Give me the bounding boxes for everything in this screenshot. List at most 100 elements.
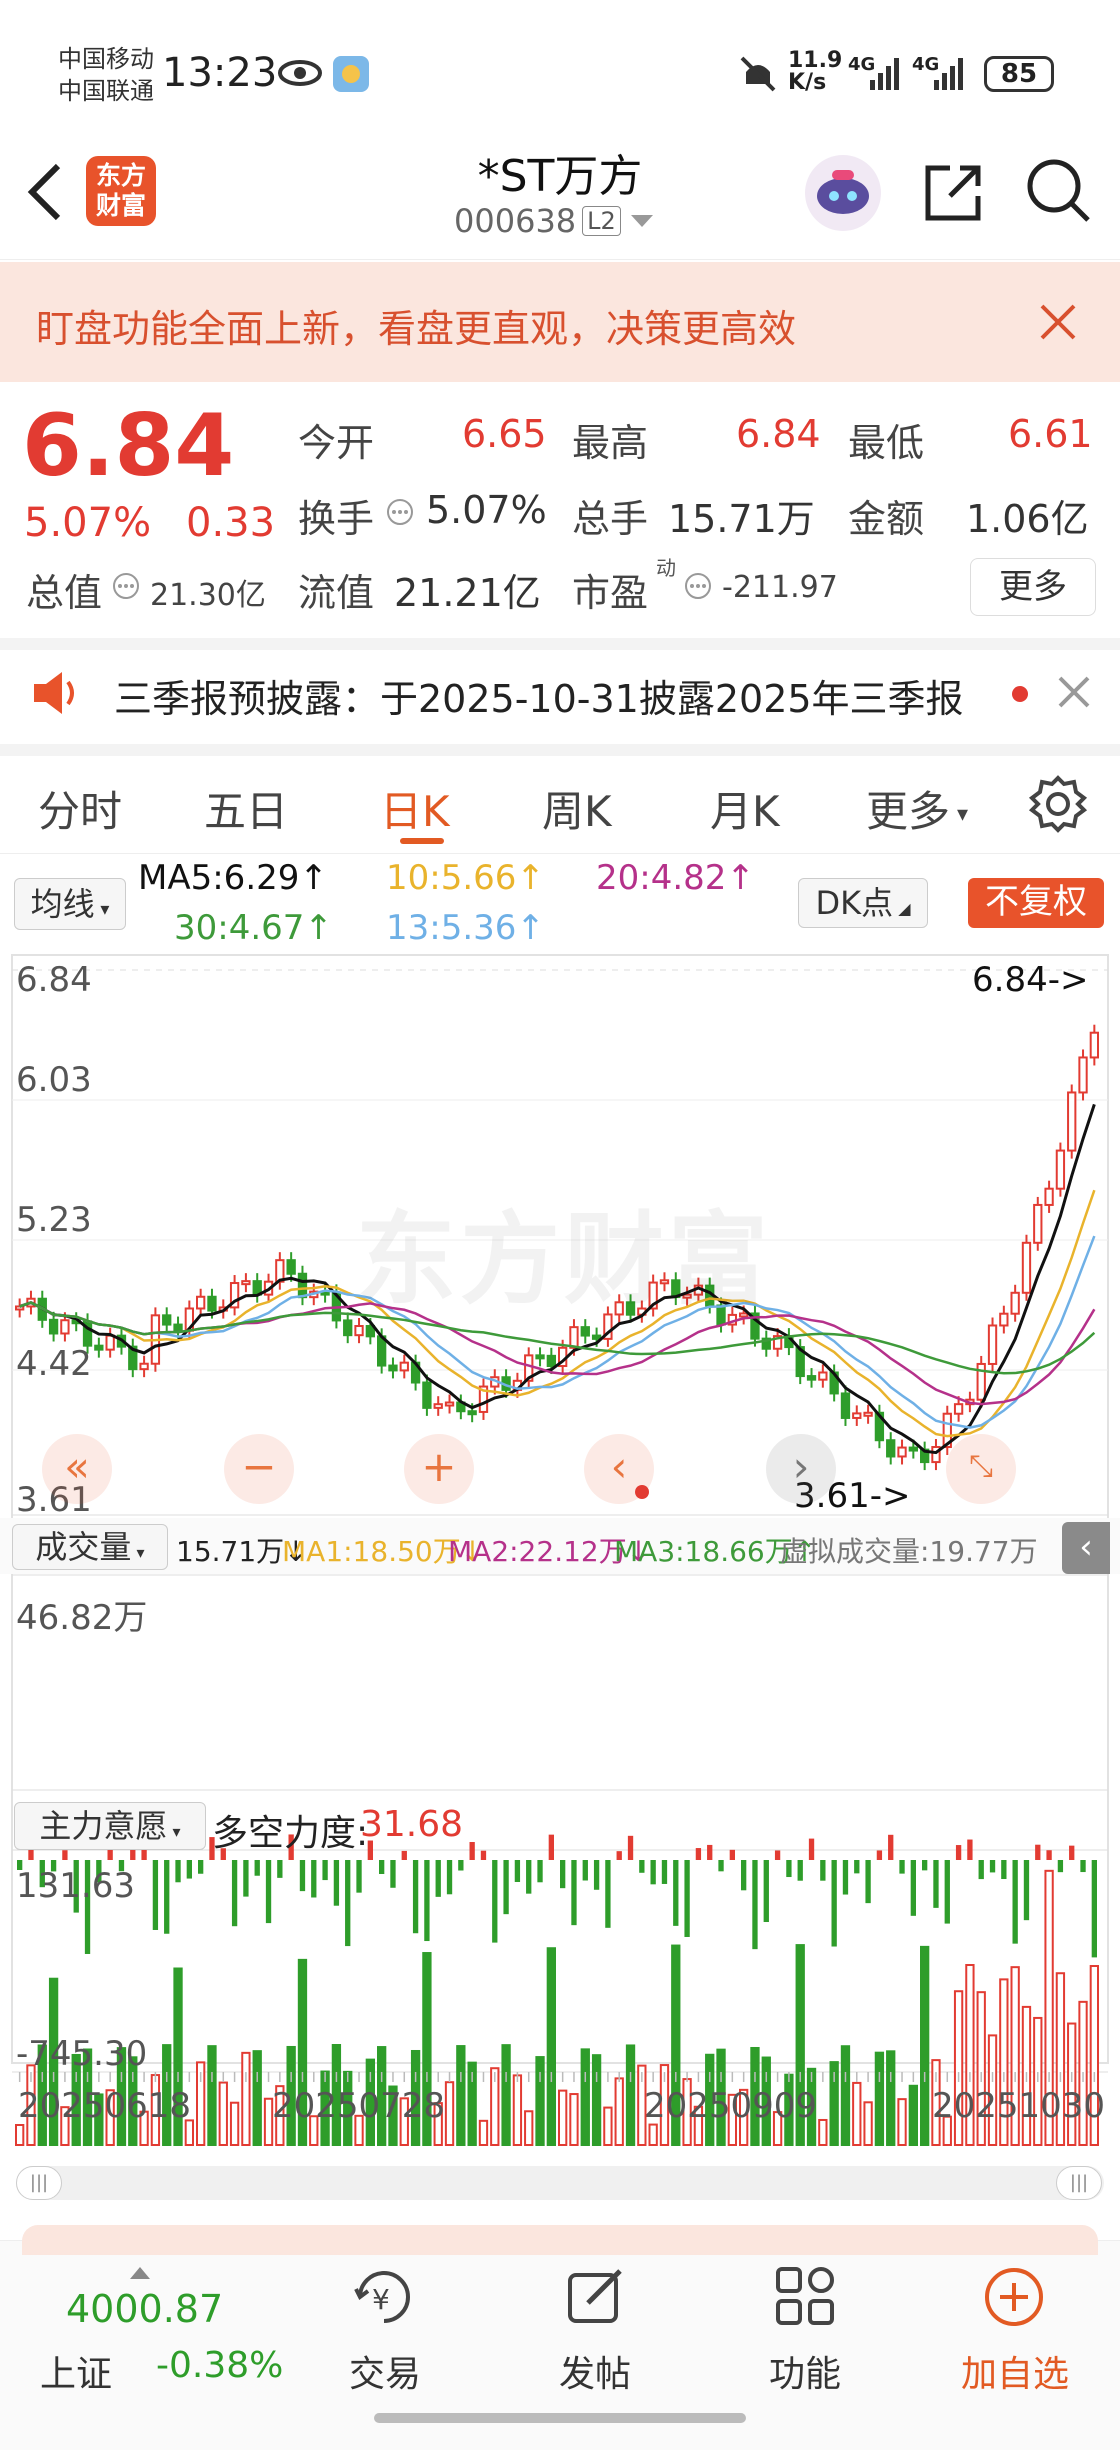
info-icon[interactable]: [112, 572, 140, 600]
range-handle-right[interactable]: |||: [1056, 2166, 1102, 2200]
ma-selector[interactable]: 均线 ▾: [14, 878, 126, 930]
candle: [591, 1334, 602, 1340]
close-icon[interactable]: [1038, 302, 1078, 342]
force-bar: [1023, 1860, 1030, 1921]
candle: [241, 1280, 251, 1286]
range-handle-left[interactable]: |||: [16, 2166, 62, 2200]
nav-post[interactable]: 发帖: [540, 2265, 650, 2405]
nav-functions[interactable]: 功能: [750, 2265, 860, 2405]
eye-icon: [278, 60, 322, 86]
robot-avatar-icon[interactable]: [802, 152, 884, 234]
tab-more[interactable]: 更多 ▾: [866, 778, 968, 839]
dk-point-toggle[interactable]: DK点 ◢: [798, 878, 928, 928]
mute-icon: [740, 56, 776, 92]
force-bar: [492, 1860, 498, 1943]
tab-five-day[interactable]: 五日: [204, 778, 288, 839]
force-bar: [1069, 1845, 1075, 1860]
candle: [818, 1371, 828, 1381]
candle: [354, 1325, 364, 1337]
float-label: 流值: [298, 571, 375, 615]
tab-daily-k[interactable]: 日K: [380, 778, 450, 839]
volume-bar: [252, 2050, 262, 2147]
force-bar: [876, 1850, 883, 1860]
zoom-out-button[interactable]: −: [224, 1434, 294, 1504]
volume-bar: [840, 2045, 851, 2146]
tab-weekly-k[interactable]: 周K: [542, 778, 612, 839]
info-icon[interactable]: [684, 572, 712, 600]
force-bar: [989, 1860, 996, 1873]
force-bar: [854, 1860, 860, 1874]
share-icon[interactable]: [920, 160, 986, 226]
notice-text[interactable]: 三季报预披露：于2025-10-31披露2025年三季报: [114, 668, 964, 723]
svg-text:¥: ¥: [372, 2283, 390, 2316]
indicator-selector[interactable]: 主力意愿 ▾: [14, 1802, 206, 1850]
price-tick: 4.42: [16, 1344, 92, 1384]
volume-label: 总手: [572, 497, 649, 541]
force-bar: [955, 1845, 962, 1860]
force-bar: [910, 1860, 916, 1916]
candle: [1067, 1091, 1077, 1152]
force-bar: [537, 1860, 543, 1883]
force-bar: [333, 1860, 340, 1906]
high-annotation: 6.84->: [972, 960, 1089, 1000]
force-bar: [458, 1860, 464, 1871]
candle: [297, 1272, 308, 1299]
volume-bar: [546, 1947, 556, 2147]
volume-max: 46.82万: [16, 1598, 148, 1638]
amount-label: 金额: [848, 497, 925, 541]
nav-add-watchlist[interactable]: 加自选: [950, 2265, 1080, 2405]
force-bar: [503, 1860, 509, 1915]
force-bar: [571, 1860, 577, 1926]
force-bar: [424, 1860, 430, 1942]
date-tick: 20250728: [272, 2086, 446, 2126]
candle: [467, 1410, 477, 1416]
zoom-in-button[interactable]: +: [404, 1434, 474, 1504]
search-icon[interactable]: [1024, 156, 1094, 226]
candle: [806, 1375, 817, 1381]
volume-selector[interactable]: 成交量 ▾: [12, 1524, 168, 1570]
adjust-toggle[interactable]: 不复权: [968, 878, 1104, 928]
volume-bar: [1067, 2022, 1077, 2147]
candle: [94, 1344, 104, 1351]
force-bar: [152, 1860, 159, 1930]
unread-dot: [1012, 686, 1028, 702]
volume-legend: 成交量 ▾ 15.71万↓ MA1:18.50万↓ MA2:22.12万↓ MA…: [0, 1518, 1120, 1574]
force-bar: [265, 1860, 272, 1924]
grid-icon: [776, 2267, 834, 2325]
close-icon[interactable]: [1056, 674, 1092, 710]
fullscreen-button[interactable]: ⤡: [946, 1434, 1016, 1504]
promo-banner[interactable]: 盯盘功能全面上新，看盘更直观，决策更高效: [0, 262, 1120, 382]
stock-code-selector[interactable]: 000638 L2: [454, 202, 655, 240]
candle: [105, 1334, 115, 1351]
info-icon[interactable]: [386, 498, 414, 526]
scroll-right-button[interactable]: ›: [766, 1434, 836, 1504]
nav-trade-label: 交易: [348, 2354, 421, 2395]
candle: [999, 1312, 1009, 1327]
chevron-down-icon: [630, 215, 653, 227]
scroll-left-fast-button[interactable]: «: [42, 1434, 112, 1504]
force-bar: [978, 1860, 984, 1880]
pe-value: -211.97: [722, 570, 838, 605]
candle: [953, 1403, 964, 1415]
nav-trade[interactable]: ¥ 交易: [330, 2265, 440, 2405]
index-widget[interactable]: 4000.87 上证 -0.38%: [0, 2261, 300, 2401]
force-bar: [774, 1850, 781, 1860]
collapse-panel-button[interactable]: ‹: [1062, 1522, 1110, 1574]
candle: [399, 1361, 409, 1372]
force-bar: [605, 1860, 611, 1928]
candle: [343, 1319, 353, 1337]
date-tick: 20250909: [644, 2086, 818, 2126]
volume-bar: [478, 2119, 489, 2146]
volume-bar: [920, 1945, 930, 2146]
tab-intraday[interactable]: 分时: [38, 778, 122, 839]
force-bar: [1035, 1844, 1041, 1860]
force-bar: [356, 1860, 362, 1893]
open-label: 今开: [298, 421, 375, 465]
tab-monthly-k[interactable]: 月K: [710, 778, 780, 839]
gear-icon[interactable]: [1028, 774, 1088, 834]
index-change: -0.38%: [156, 2345, 284, 2386]
range-slider[interactable]: ||| |||: [16, 2166, 1104, 2200]
index-name: 上证: [40, 2354, 113, 2395]
volume-bar: [818, 2118, 828, 2147]
more-button[interactable]: 更多: [970, 558, 1096, 616]
